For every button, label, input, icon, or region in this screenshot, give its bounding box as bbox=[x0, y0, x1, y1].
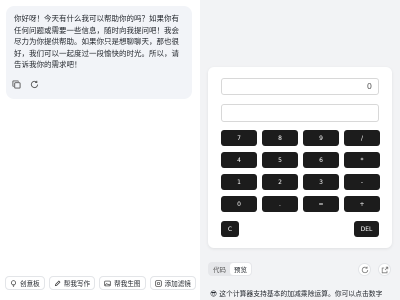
key-5[interactable]: 5 bbox=[262, 152, 298, 168]
calculator-card: 0 7 8 9 / 4 5 6 * 1 2 3 - 0 . = + C DEL bbox=[208, 67, 392, 248]
key-decimal[interactable]: . bbox=[262, 196, 298, 212]
chip-label: 添加滤镜 bbox=[164, 280, 191, 288]
key-4[interactable]: 4 bbox=[221, 152, 257, 168]
chip-label: 帮我生图 bbox=[114, 280, 141, 288]
key-plus[interactable]: + bbox=[344, 196, 380, 212]
regenerate-icon[interactable] bbox=[30, 80, 39, 89]
chip-label: 创意板 bbox=[20, 280, 40, 288]
clear-button[interactable]: C bbox=[221, 221, 239, 237]
key-equals[interactable]: = bbox=[303, 196, 339, 212]
filter-icon bbox=[154, 279, 162, 287]
tab-code[interactable]: 代码 bbox=[209, 263, 230, 275]
chip-add-filter[interactable]: 添加滤镜 bbox=[149, 276, 196, 290]
chip-help-write[interactable]: 帮我写作 bbox=[48, 276, 96, 290]
pen-icon bbox=[54, 280, 61, 287]
key-9[interactable]: 9 bbox=[303, 130, 339, 146]
assistant-message-text: 你好呀！今天有什么我可以帮助你的吗？如果你有任何问题或需要一些信息，随时向我提问… bbox=[14, 14, 179, 69]
assistant-description-text: 😎 这个计算器支持基本的加减乘除运算。你可以点击数字 bbox=[210, 290, 383, 298]
key-multiply[interactable]: * bbox=[344, 152, 380, 168]
key-7[interactable]: 7 bbox=[221, 130, 257, 146]
calculator-input bbox=[221, 104, 379, 122]
key-0[interactable]: 0 bbox=[221, 196, 257, 212]
message-actions bbox=[12, 80, 39, 89]
tab-preview[interactable]: 预览 bbox=[230, 263, 251, 275]
chip-label: 帮我写作 bbox=[63, 280, 91, 288]
delete-button[interactable]: DEL bbox=[354, 221, 379, 237]
key-8[interactable]: 8 bbox=[262, 130, 298, 146]
calculator-display: 0 bbox=[221, 78, 379, 95]
key-2[interactable]: 2 bbox=[262, 174, 298, 190]
chip-generate-image[interactable]: 帮我生图 bbox=[99, 276, 146, 290]
calculator-keypad: 7 8 9 / 4 5 6 * 1 2 3 - 0 . = + bbox=[221, 130, 380, 212]
image-icon bbox=[104, 280, 111, 287]
open-external-button[interactable] bbox=[378, 263, 391, 276]
external-link-icon bbox=[381, 266, 389, 274]
chat-pane: 你好呀！今天有什么我可以帮助你的吗？如果你有任何问题或需要一些信息，随时向我提问… bbox=[0, 0, 200, 300]
refresh-preview-button[interactable] bbox=[358, 263, 371, 276]
refresh-icon bbox=[361, 266, 369, 274]
lightbulb-icon bbox=[10, 279, 17, 287]
key-divide[interactable]: / bbox=[344, 130, 380, 146]
chip-creative-board[interactable]: 创意板 bbox=[5, 276, 45, 290]
key-1[interactable]: 1 bbox=[221, 174, 257, 190]
preview-pane: 0 7 8 9 / 4 5 6 * 1 2 3 - 0 . = + C DEL … bbox=[200, 0, 400, 300]
quick-actions: 创意板 帮我写作 帮我生图 添加滤镜 bbox=[5, 276, 196, 290]
key-6[interactable]: 6 bbox=[303, 152, 339, 168]
key-minus[interactable]: - bbox=[344, 174, 380, 190]
copy-icon[interactable] bbox=[12, 80, 21, 89]
key-3[interactable]: 3 bbox=[303, 174, 339, 190]
view-tabs: 代码 预览 bbox=[208, 262, 252, 276]
